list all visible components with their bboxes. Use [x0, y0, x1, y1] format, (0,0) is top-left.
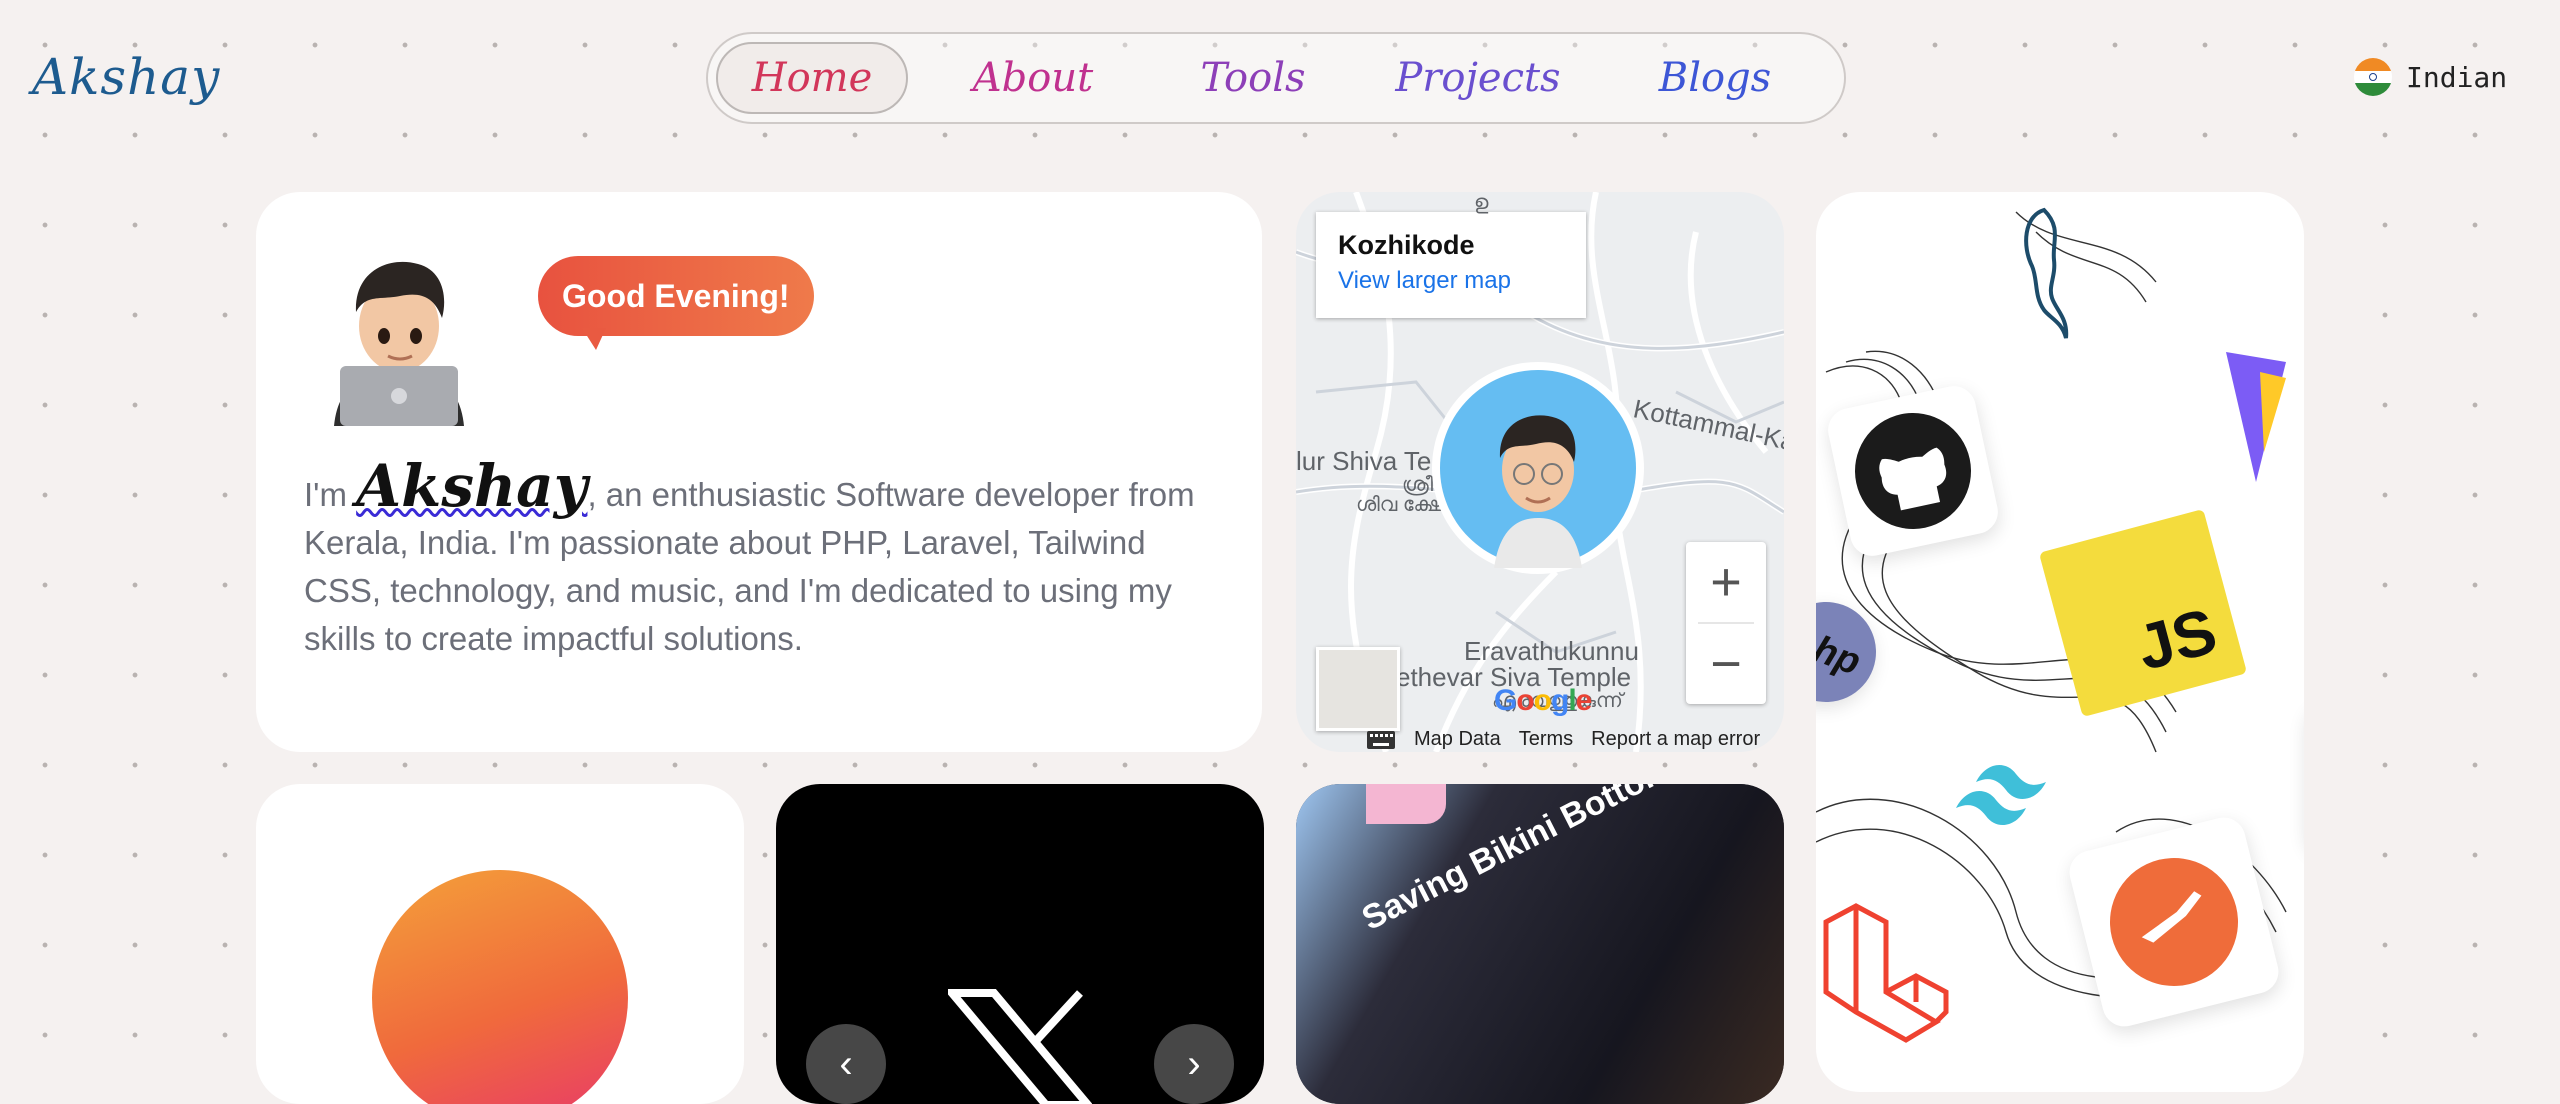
chevron-right-icon[interactable]: › [1154, 1024, 1234, 1104]
nav-blogs[interactable]: Blogs [1608, 42, 1822, 114]
map-place-title: Kozhikode [1338, 230, 1475, 260]
memoji-laptop-avatar [334, 261, 464, 426]
github-tile [1824, 382, 2002, 560]
php-icon: php [1816, 619, 1867, 684]
postman-icon [2110, 858, 2238, 986]
nav-home[interactable]: Home [716, 42, 908, 114]
chevron-left-icon[interactable]: ‹ [806, 1024, 886, 1104]
nav-projects[interactable]: Projects [1348, 42, 1608, 114]
intro-name: Akshay [356, 452, 588, 520]
github-icon [1855, 413, 1971, 529]
map-zoom-control: + − [1686, 542, 1766, 704]
view-larger-map-link[interactable]: View larger map [1338, 267, 1564, 295]
gradient-card[interactable] [256, 784, 744, 1104]
nav-tools[interactable]: Tools [1158, 42, 1348, 114]
map-card[interactable]: Kozhikode View larger map lur Shiva Temp… [1296, 192, 1784, 752]
intro-paragraph: I'm Akshay, an enthusiastic Software dev… [304, 457, 1204, 663]
map-type-toggle[interactable] [1316, 647, 1400, 731]
site-logo[interactable]: Akshay [32, 48, 220, 106]
mysql-dolphin-icon [2024, 207, 2069, 339]
preview-accent [1366, 784, 1446, 824]
map-report-link[interactable]: Report a map error [1591, 728, 1760, 751]
vite-icon [2226, 352, 2286, 482]
map-label-top-ml: ഉ [1474, 192, 1489, 214]
javascript-label: JS [2129, 594, 2224, 685]
laravel-icon [1823, 903, 1949, 1043]
intro-prefix: I'm [304, 476, 347, 513]
main-nav: Home About Tools Projects Blogs [706, 32, 1846, 124]
x-logo-icon [948, 989, 1092, 1104]
project-preview-card[interactable]: Saving Bikini Bottom: The Sa [1296, 784, 1784, 1104]
map-info-box: Kozhikode View larger map [1316, 212, 1586, 318]
gradient-orb [372, 870, 628, 1104]
language-label: Indian [2406, 60, 2508, 94]
keyboard-icon[interactable] [1366, 730, 1396, 750]
intro-card: Good Evening! I'm Akshay, an enthusiasti… [256, 192, 1262, 752]
tools-card[interactable]: php JS [1816, 192, 2304, 1092]
map-terms-link[interactable]: Terms [1519, 728, 1573, 751]
map-avatar-marker [1432, 362, 1644, 574]
greeting-bubble-tail [582, 328, 606, 350]
tailwind-icon [1956, 764, 2046, 826]
map-footer: Map Data Terms Report a map error [1366, 728, 1760, 751]
india-flag-icon [2354, 58, 2392, 96]
map-data-link[interactable]: Map Data [1414, 728, 1501, 751]
language-switcher[interactable]: Indian [2354, 58, 2507, 96]
nav-about[interactable]: About [908, 42, 1158, 114]
greeting-bubble: Good Evening! [538, 256, 814, 336]
x-card[interactable]: ‹ › [776, 784, 1264, 1104]
google-logo: Google [1494, 684, 1592, 717]
zoom-in-button[interactable]: + [1686, 542, 1766, 622]
zoom-out-button[interactable]: − [1686, 624, 1766, 704]
